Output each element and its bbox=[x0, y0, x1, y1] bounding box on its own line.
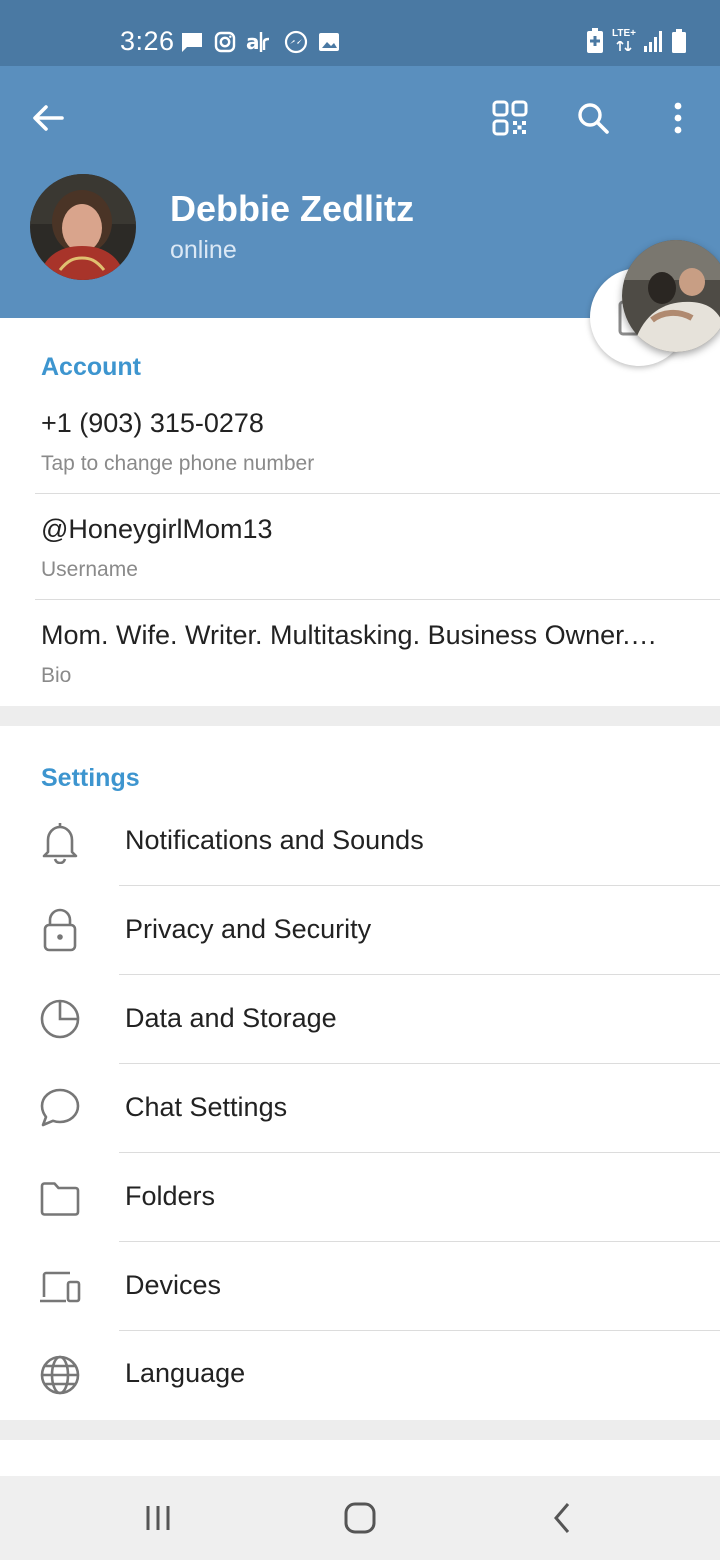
back-nav-button[interactable] bbox=[532, 1494, 592, 1542]
system-navigation-bar bbox=[0, 1476, 720, 1560]
phone-hint: Tap to change phone number bbox=[41, 452, 315, 475]
battery-saver-icon bbox=[587, 28, 603, 53]
profile-status: online bbox=[170, 236, 237, 264]
devices-icon bbox=[36, 1264, 84, 1312]
settings-item-label: Folders bbox=[125, 1181, 216, 1211]
network-type: LTE+ bbox=[612, 28, 636, 39]
chevron-left-icon bbox=[554, 1503, 570, 1533]
message-icon bbox=[182, 33, 202, 52]
search-button[interactable] bbox=[569, 94, 617, 142]
recent-apps-button[interactable] bbox=[128, 1494, 188, 1542]
home-button[interactable] bbox=[330, 1494, 390, 1542]
notification-icons: a bbox=[180, 30, 340, 54]
status-bar: 3:26 a LTE+ bbox=[0, 0, 720, 66]
lte-icon: LTE+ bbox=[612, 28, 636, 54]
signal-icon bbox=[644, 31, 662, 52]
settings-item-chat[interactable]: Chat Settings bbox=[0, 1064, 720, 1153]
instagram-icon bbox=[214, 31, 236, 53]
bio-item[interactable]: Mom. Wife. Writer. Multitasking. Busines… bbox=[0, 600, 720, 706]
air-icon: a bbox=[246, 30, 270, 54]
back-button[interactable] bbox=[24, 94, 72, 142]
search-icon bbox=[578, 103, 609, 134]
photo-thumbnail[interactable] bbox=[622, 240, 720, 352]
settings-item-privacy[interactable]: Privacy and Security bbox=[0, 886, 720, 975]
qr-code-icon bbox=[492, 100, 528, 136]
globe-icon bbox=[36, 1351, 84, 1399]
username: @HoneygirlMom13 bbox=[41, 514, 273, 544]
more-vertical-icon bbox=[674, 102, 682, 134]
home-icon bbox=[344, 1502, 376, 1534]
profile-avatar[interactable] bbox=[30, 174, 136, 280]
recent-apps-icon bbox=[146, 1506, 170, 1530]
settings-item-devices[interactable]: Devices bbox=[0, 1242, 720, 1331]
chat-bubble-icon bbox=[36, 1084, 84, 1132]
system-icons: LTE+ bbox=[586, 28, 686, 54]
phone-number: +1 (903) 315-0278 bbox=[41, 408, 264, 438]
bio: Mom. Wife. Writer. Multitasking. Busines… bbox=[41, 620, 658, 650]
username-item[interactable]: @HoneygirlMom13 Username bbox=[0, 494, 720, 600]
settings-item-label: Privacy and Security bbox=[125, 914, 372, 944]
settings-item-data-storage[interactable]: Data and Storage bbox=[0, 975, 720, 1064]
image-icon bbox=[319, 33, 339, 51]
folder-icon bbox=[36, 1175, 84, 1223]
settings-section: Settings Notifications and Sounds Privac… bbox=[0, 726, 720, 1420]
lock-icon bbox=[36, 906, 84, 954]
account-section: Account +1 (903) 315-0278 Tap to change … bbox=[0, 318, 720, 706]
bio-label: Bio bbox=[41, 664, 72, 687]
next-section-peek bbox=[0, 1440, 720, 1476]
pie-chart-icon bbox=[36, 995, 84, 1043]
settings-item-language[interactable]: Language bbox=[0, 1331, 720, 1420]
settings-item-label: Notifications and Sounds bbox=[125, 825, 424, 855]
settings-item-label: Chat Settings bbox=[125, 1092, 288, 1122]
settings-item-label: Language bbox=[125, 1358, 246, 1388]
messenger-icon bbox=[284, 30, 308, 54]
username-label: Username bbox=[41, 558, 138, 581]
more-options-button[interactable] bbox=[654, 94, 702, 142]
qr-code-button[interactable] bbox=[486, 94, 534, 142]
status-time: 3:26 bbox=[120, 26, 175, 56]
settings-section-title: Settings bbox=[41, 764, 140, 792]
bell-icon bbox=[36, 818, 84, 866]
settings-item-notifications[interactable]: Notifications and Sounds bbox=[0, 797, 720, 886]
settings-item-label: Devices bbox=[125, 1270, 222, 1300]
arrow-left-icon bbox=[33, 105, 64, 131]
account-section-title: Account bbox=[41, 353, 141, 381]
settings-item-label: Data and Storage bbox=[125, 1003, 337, 1033]
settings-item-folders[interactable]: Folders bbox=[0, 1153, 720, 1242]
phone-number-item[interactable]: +1 (903) 315-0278 Tap to change phone nu… bbox=[0, 388, 720, 494]
svg-text:a: a bbox=[246, 30, 260, 54]
battery-icon bbox=[672, 29, 686, 53]
profile-name: Debbie Zedlitz bbox=[170, 188, 415, 229]
